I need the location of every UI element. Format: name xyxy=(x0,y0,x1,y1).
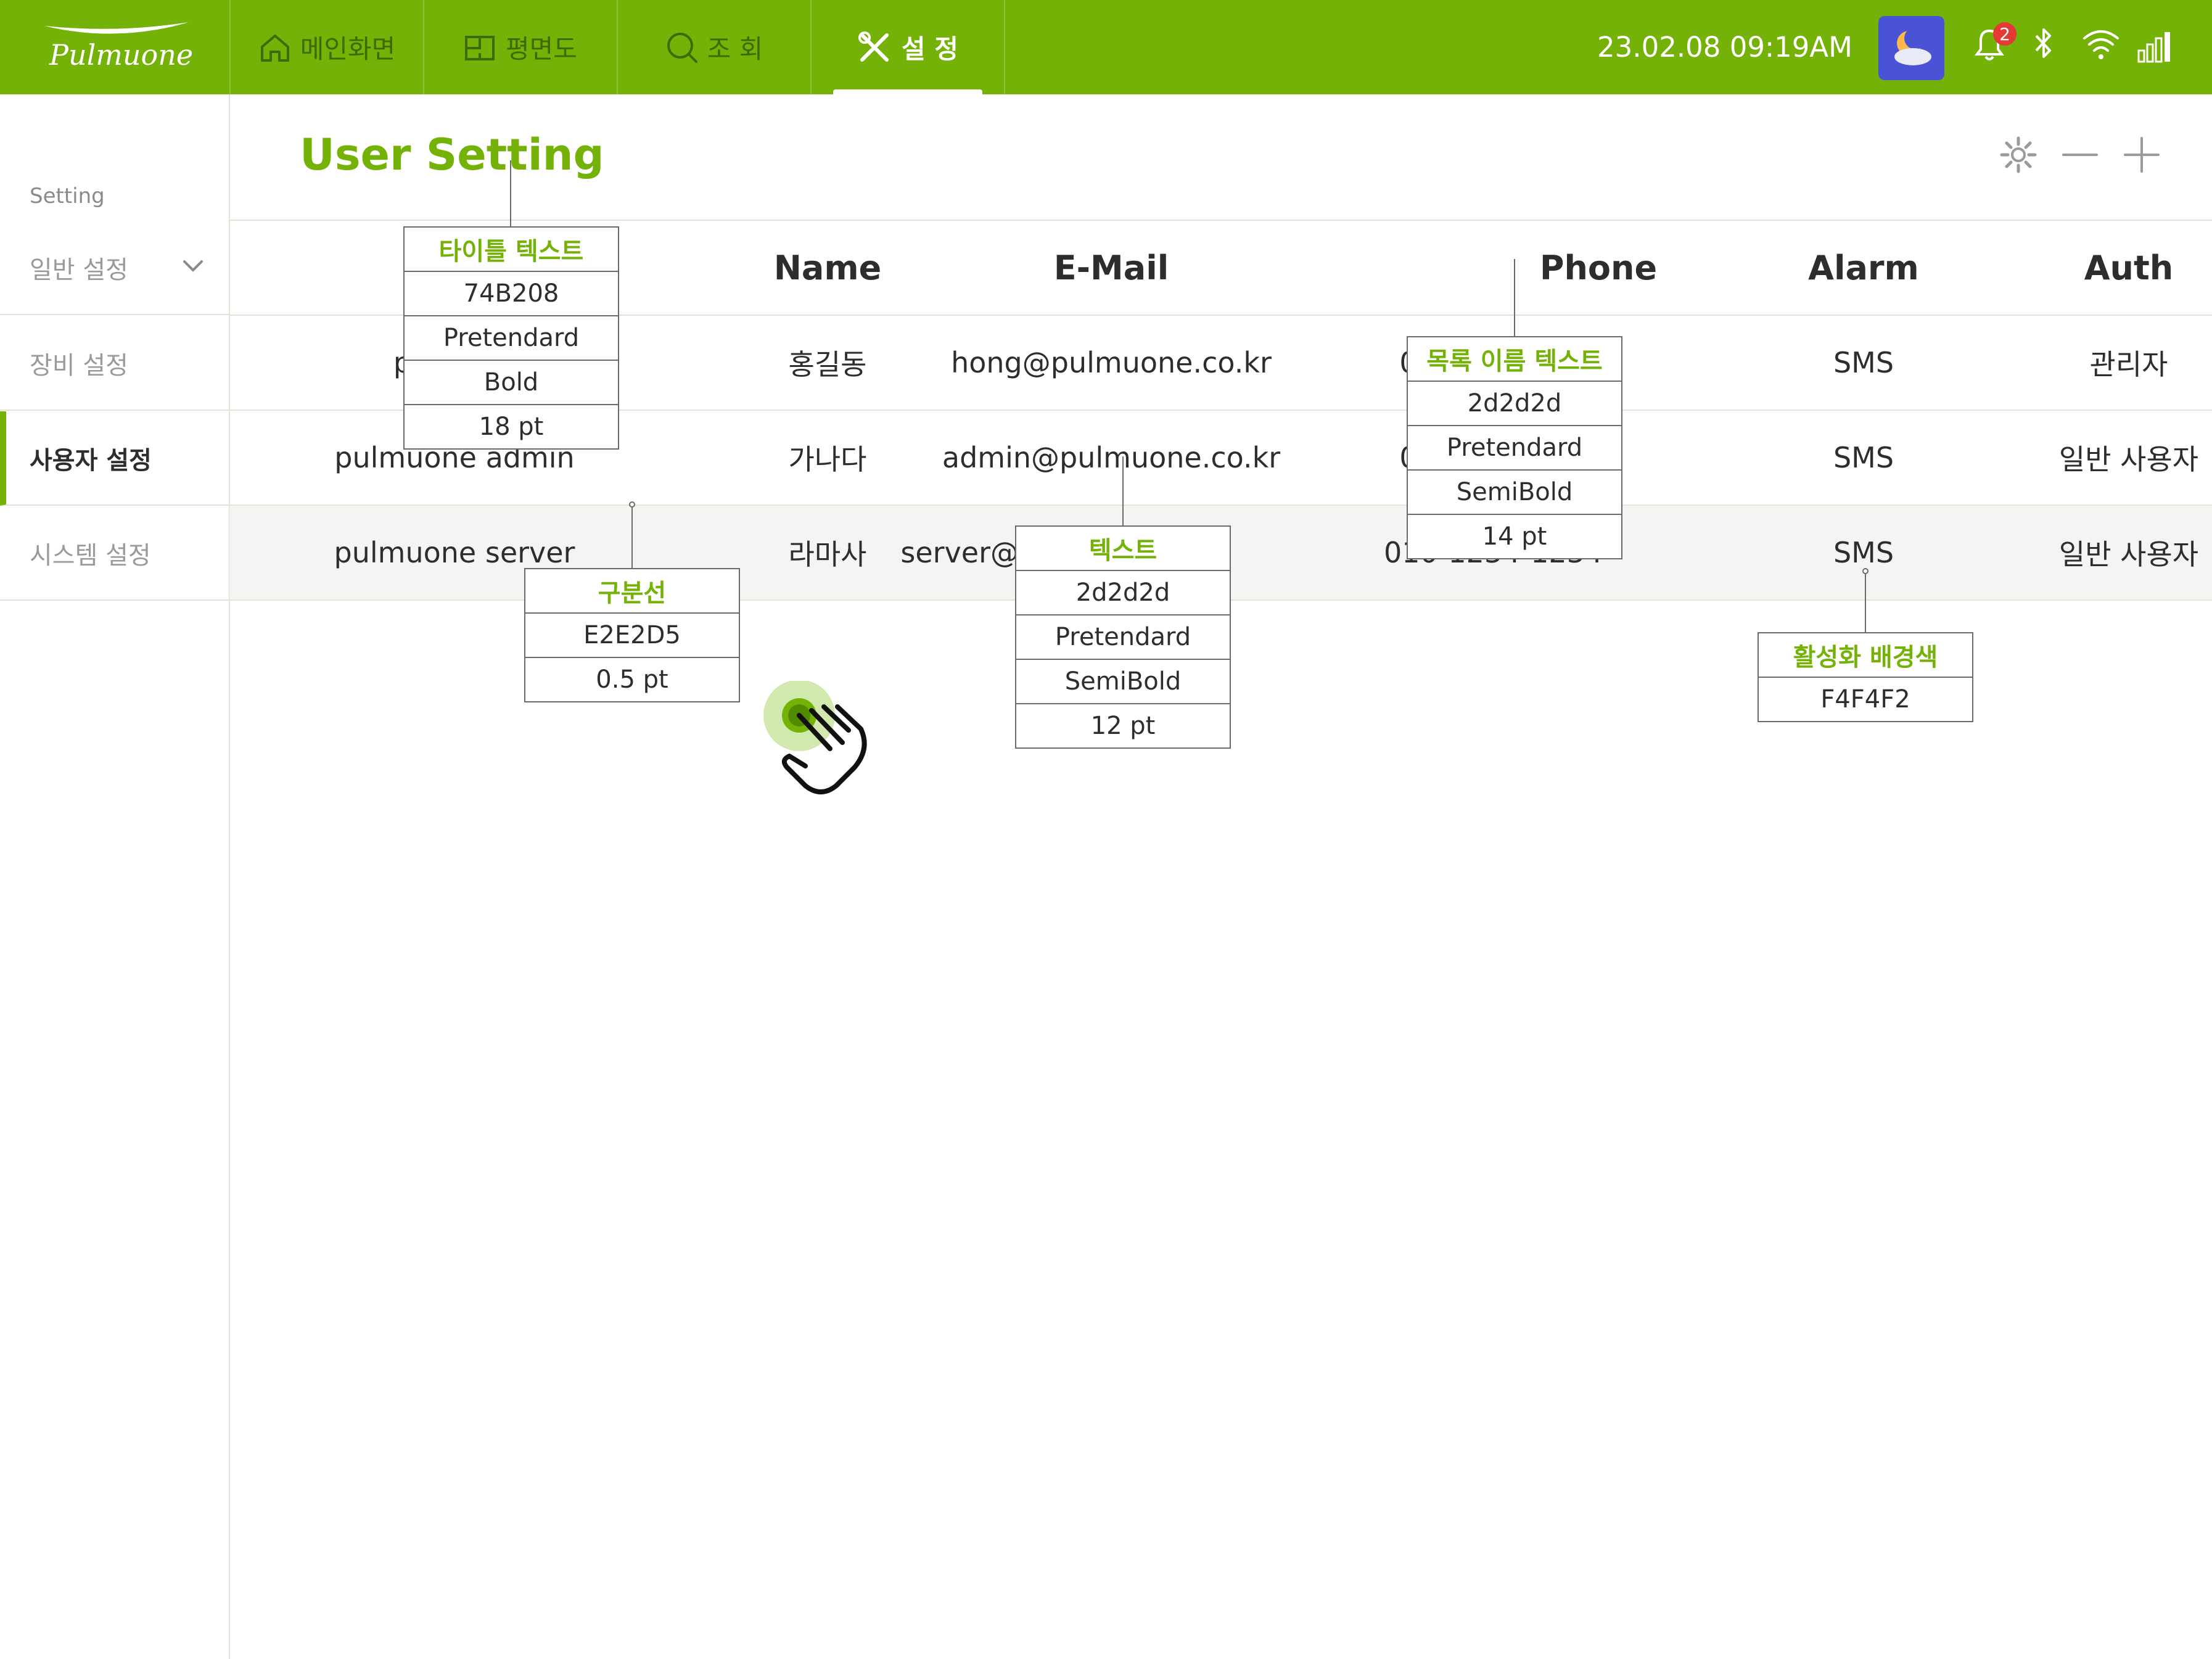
sidebar: Setting 일반 설정 장비 설정 사용자 설정 시스템 설정 xyxy=(0,94,230,1659)
sidebar-item-general[interactable]: 일반 설정 xyxy=(0,221,229,315)
annotation-line: 0.5 pt xyxy=(596,665,668,694)
tap-hand-icon xyxy=(763,681,867,794)
home-icon xyxy=(260,34,289,62)
annotation-line: 18 pt xyxy=(479,413,544,441)
signal-icon xyxy=(2137,32,2170,63)
user-name: 홍길동 xyxy=(788,348,867,381)
annotation-line: E2E2D5 xyxy=(525,614,739,658)
datetime: 23.02.08 09:19AM xyxy=(1597,31,1852,64)
annotation-title: 구분선 xyxy=(525,569,739,614)
annotation-line: Pretendard xyxy=(1016,615,1230,660)
annotation-title: 활성화 배경색 xyxy=(1759,633,1972,678)
sidebar-item-device[interactable]: 장비 설정 xyxy=(0,316,229,411)
tab-floorplan-label: 평면도 xyxy=(506,34,577,64)
sidebar-item-system[interactable]: 시스템 설정 xyxy=(0,506,229,601)
column-header-auth: Auth xyxy=(2084,248,2174,287)
annotation-active-bg: 활성화 배경색 F4F4F2 xyxy=(1758,632,1973,722)
search-icon xyxy=(667,32,697,63)
annotation-line: SemiBold xyxy=(1016,660,1230,704)
user-auth: 일반 사용자 xyxy=(2058,443,2199,476)
annotation-leader xyxy=(510,160,511,227)
tab-search[interactable]: 조 회 xyxy=(618,0,812,94)
annotation-title: 텍스트 xyxy=(1016,527,1230,571)
annotation-divider: 구분선 E2E2D5 0.5 pt xyxy=(524,568,740,702)
active-tab-indicator xyxy=(833,89,982,94)
sidebar-item-label: 일반 설정 xyxy=(30,255,128,284)
tab-search-label: 조 회 xyxy=(707,34,763,64)
annotation-line: 12 pt xyxy=(1090,712,1156,740)
annotation-line: 2d2d2d xyxy=(1016,571,1230,615)
tab-main[interactable]: 메인화면 xyxy=(231,0,424,94)
page-title: User Setting xyxy=(300,130,604,180)
annotation-line: 2d2d2d xyxy=(1408,382,1621,426)
annotation-line: Bold xyxy=(405,361,618,405)
annotation-leader xyxy=(1122,456,1124,527)
annotation-line: Pretendard xyxy=(1408,426,1621,471)
floorplan-icon xyxy=(465,35,495,60)
sidebar-item-label: 장비 설정 xyxy=(30,351,128,380)
tab-settings-label: 설 정 xyxy=(902,34,958,64)
tab-main-label: 메인화면 xyxy=(300,34,396,64)
gear-icon[interactable] xyxy=(1999,136,2037,174)
annotation-leader xyxy=(631,507,633,569)
night-cloudy-icon[interactable] xyxy=(1878,16,1944,80)
plus-icon[interactable] xyxy=(2123,136,2161,174)
tab-floorplan[interactable]: 평면도 xyxy=(424,0,618,94)
annotation-line: 14 pt xyxy=(1482,522,1547,551)
annotation-text: 텍스트 2d2d2d Pretendard SemiBold 12 pt xyxy=(1015,525,1231,749)
annotation-line: SemiBold xyxy=(1408,471,1621,515)
annotation-title-text: 타이틀 텍스트 74B208 Pretendard Bold 18 pt xyxy=(403,226,619,450)
user-auth: 일반 사용자 xyxy=(2058,538,2199,571)
pulmuone-logo[interactable]: Pulmuone xyxy=(0,0,231,94)
notification-badge: 2 xyxy=(1993,22,2017,46)
annotation-title: 타이틀 텍스트 xyxy=(405,228,618,272)
sidebar-caption: Setting xyxy=(30,184,105,208)
annotation-line: Pretendard xyxy=(405,316,618,361)
user-email: hong@pulmuone.co.kr xyxy=(951,346,1272,379)
wifi-icon[interactable] xyxy=(2081,25,2121,62)
user-email: server@ xyxy=(900,536,1019,569)
sidebar-item-user[interactable]: 사용자 설정 xyxy=(0,411,229,506)
tools-icon xyxy=(858,31,889,62)
annotation-title: 목록 이름 텍스트 xyxy=(1408,337,1621,382)
annotation-leader xyxy=(1865,574,1866,633)
tab-settings[interactable]: 설 정 xyxy=(812,0,1005,94)
column-header-name: Name xyxy=(773,248,882,287)
sidebar-item-label: 시스템 설정 xyxy=(30,541,151,570)
annotation-leader xyxy=(1514,259,1515,337)
minus-icon[interactable] xyxy=(2061,136,2099,174)
user-name: 가나다 xyxy=(788,443,867,476)
top-bar: Pulmuone 메인화면 평면도 조 회 설 정 23.02.08 09:19… xyxy=(0,0,2212,94)
annotation-list-name-text: 목록 이름 텍스트 2d2d2d Pretendard SemiBold 14 … xyxy=(1407,336,1622,559)
user-email: admin@pulmuone.co.kr xyxy=(942,441,1281,474)
sidebar-item-label: 사용자 설정 xyxy=(30,446,152,475)
weather-glyph xyxy=(1894,27,1931,65)
chevron-down-icon[interactable] xyxy=(181,258,205,275)
user-auth: 관리자 xyxy=(2089,348,2168,381)
annotation-line: 74B208 xyxy=(405,272,618,316)
column-header-email: E-Mail xyxy=(1053,248,1169,287)
bluetooth-icon[interactable] xyxy=(2033,25,2055,64)
annotation-line: F4F4F2 xyxy=(1820,685,1910,714)
logo-text: Pulmuone xyxy=(49,38,194,72)
